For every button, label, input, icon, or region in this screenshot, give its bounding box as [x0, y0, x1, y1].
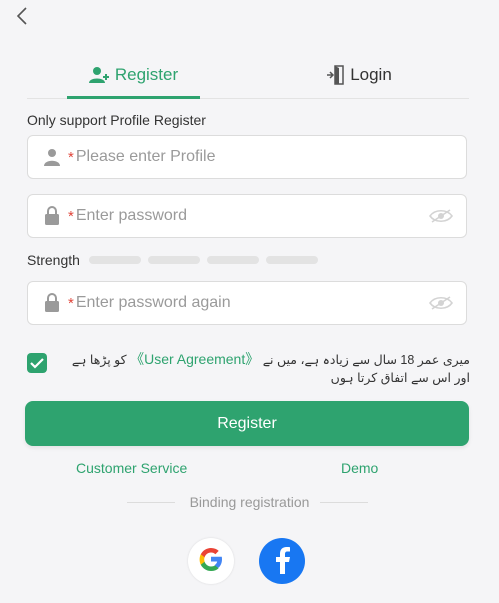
agreement-text-before: میری عمر 18 سال سے زیادہ ہے، میں نے [259, 353, 470, 367]
agreement-checkbox[interactable] [27, 353, 47, 373]
google-login-button[interactable] [188, 538, 234, 584]
facebook-icon [271, 544, 293, 579]
strength-bar [89, 256, 141, 264]
strength-bar [148, 256, 200, 264]
customer-service-link[interactable]: Customer Service [76, 460, 187, 476]
demo-link[interactable]: Demo [341, 460, 378, 476]
user-icon [42, 148, 62, 166]
back-button[interactable] [12, 6, 32, 26]
confirm-password-field: * [27, 281, 467, 325]
add-user-icon [88, 66, 109, 84]
register-subtitle: Only support Profile Register [27, 112, 206, 128]
google-icon [195, 543, 227, 580]
tab-login-label: Login [350, 65, 392, 84]
chevron-left-icon [16, 7, 27, 25]
lock-icon [42, 293, 62, 313]
register-button[interactable]: Register [25, 401, 469, 446]
lock-icon [42, 206, 62, 226]
divider [320, 502, 368, 503]
password-field: * [27, 194, 467, 238]
eye-off-icon[interactable] [428, 208, 454, 224]
check-icon [30, 357, 44, 369]
user-agreement-link[interactable]: 《User Agreement》 [130, 351, 259, 367]
tab-register-label: Register [114, 65, 179, 84]
agreement-text: میری عمر 18 سال سے زیادہ ہے، میں نے 《Use… [62, 350, 470, 387]
confirm-password-input[interactable] [73, 294, 428, 312]
profile-field: * [27, 135, 467, 179]
login-door-icon [326, 65, 344, 85]
auth-tabs: Register Login [27, 52, 469, 99]
binding-registration-label: Binding registration [189, 494, 310, 510]
eye-off-icon[interactable] [428, 295, 454, 311]
tab-register[interactable]: Register [67, 52, 200, 98]
profile-input[interactable] [73, 148, 466, 166]
strength-label: Strength [27, 252, 80, 268]
strength-bar [207, 256, 259, 264]
facebook-login-button[interactable] [259, 538, 305, 584]
active-tab-indicator [67, 96, 200, 99]
tab-login[interactable]: Login [289, 52, 429, 98]
strength-bar [266, 256, 318, 264]
password-input[interactable] [73, 207, 428, 225]
